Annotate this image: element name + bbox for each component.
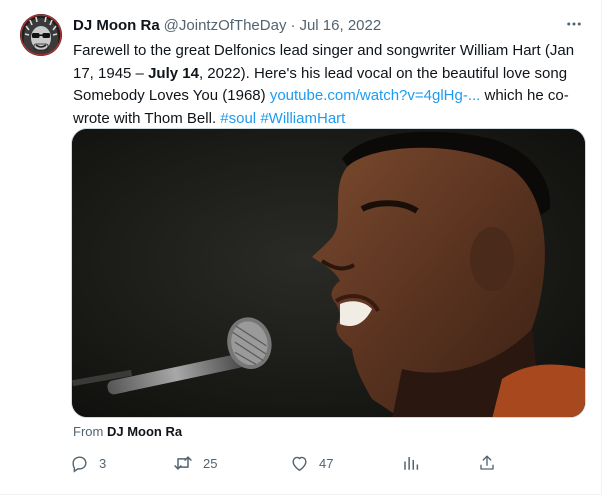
reply-count: 3 xyxy=(99,455,107,471)
hashtag-williamhart[interactable]: #WilliamHart xyxy=(260,110,345,127)
avatar[interactable] xyxy=(20,14,62,56)
tweet-date[interactable]: Jul 16, 2022 xyxy=(299,17,381,34)
retweet-icon xyxy=(172,452,194,474)
more-options-icon[interactable] xyxy=(562,14,586,34)
share-button[interactable] xyxy=(476,448,498,478)
from-author[interactable]: DJ Moon Ra xyxy=(107,424,182,439)
views-button[interactable] xyxy=(400,448,422,478)
video-thumbnail[interactable] xyxy=(71,128,586,418)
tweet-text-bold-date: July 14 xyxy=(148,64,199,82)
tweet-card[interactable]: DJ Moon Ra @JointzOfTheDay · Jul 16, 202… xyxy=(0,0,602,495)
reply-button[interactable]: 3 xyxy=(68,448,106,478)
retweet-button[interactable]: 25 xyxy=(172,448,217,478)
like-button[interactable]: 47 xyxy=(288,448,333,478)
like-count: 47 xyxy=(319,455,334,471)
author-name[interactable]: DJ Moon Ra xyxy=(73,17,160,34)
share-icon xyxy=(476,452,498,474)
from-attribution: From DJ Moon Ra xyxy=(73,424,182,439)
tweet-actions: 3 25 47 xyxy=(68,448,508,478)
retweet-count: 25 xyxy=(203,455,218,471)
hashtag-soul[interactable]: #soul xyxy=(220,110,256,127)
tweet-text: Farewell to the great Delfonics lead sin… xyxy=(73,40,593,130)
analytics-icon xyxy=(400,452,422,474)
separator-dot: · xyxy=(290,16,296,34)
heart-icon xyxy=(288,452,310,474)
tweet-header: DJ Moon Ra @JointzOfTheDay · Jul 16, 202… xyxy=(73,15,381,35)
reply-icon xyxy=(68,452,90,474)
author-handle[interactable]: @JointzOfTheDay xyxy=(164,17,287,34)
youtube-link[interactable]: youtube.com/watch?v=4glHg-... xyxy=(270,87,481,104)
from-prefix: From xyxy=(73,424,104,439)
